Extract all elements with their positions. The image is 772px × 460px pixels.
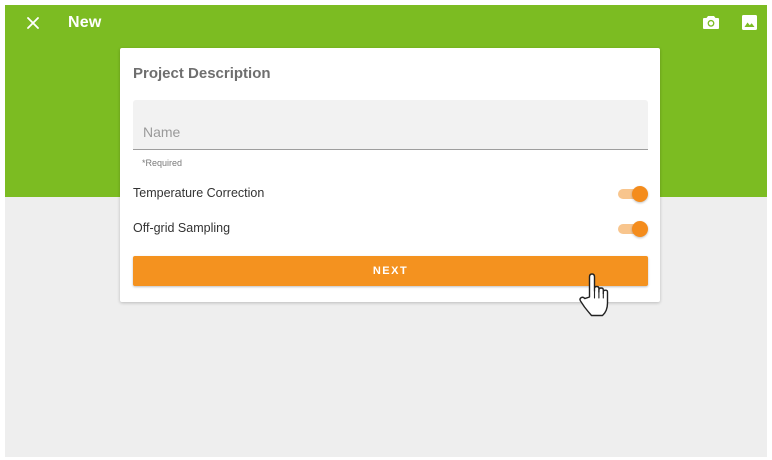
temperature-correction-row: Temperature Correction <box>133 184 648 204</box>
app-screen: New Project Description *Required Temper… <box>5 5 767 457</box>
close-icon <box>27 17 39 29</box>
toggle-knob <box>632 221 648 237</box>
project-description-card: Project Description *Required Temperatur… <box>120 48 660 302</box>
temperature-correction-toggle[interactable] <box>618 186 648 202</box>
temperature-correction-label: Temperature Correction <box>133 186 265 200</box>
off-grid-sampling-toggle[interactable] <box>618 221 648 237</box>
name-input[interactable] <box>133 100 648 150</box>
close-button[interactable] <box>22 12 44 34</box>
required-hint: *Required <box>142 158 183 168</box>
image-button[interactable] <box>740 13 758 31</box>
image-icon <box>741 14 757 30</box>
off-grid-sampling-label: Off-grid Sampling <box>133 221 231 235</box>
off-grid-sampling-row: Off-grid Sampling <box>133 219 648 239</box>
page-title: New <box>68 14 102 31</box>
toggle-knob <box>632 186 648 202</box>
next-button[interactable]: NEXT <box>133 256 648 286</box>
camera-icon <box>703 16 719 29</box>
camera-button[interactable] <box>702 13 720 31</box>
card-title: Project Description <box>133 65 271 82</box>
